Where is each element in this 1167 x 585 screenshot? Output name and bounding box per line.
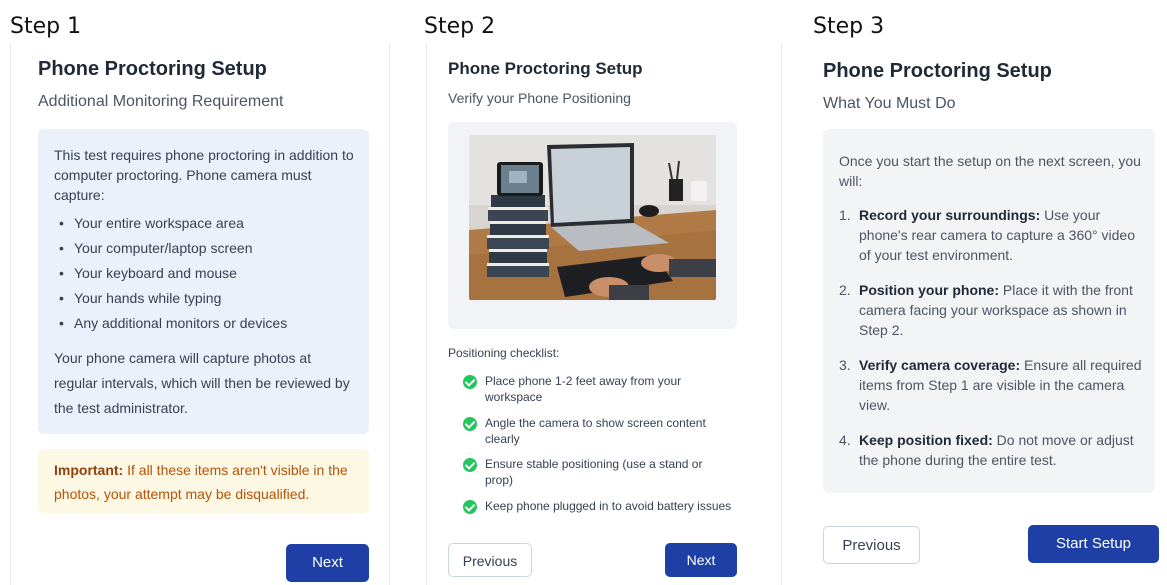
previous-button[interactable]: Previous — [823, 526, 920, 564]
checklist-item-text: Keep phone plugged in to avoid battery i… — [485, 499, 732, 513]
instructions-intro: Once you start the setup on the next scr… — [839, 153, 1141, 189]
list-item: Your computer/laptop screen — [54, 236, 357, 261]
requirements-intro: This test requires phone proctoring in a… — [54, 147, 354, 203]
instruction-heading: Verify camera coverage: — [859, 357, 1021, 373]
list-item: 1. Record your surroundings: Use your ph… — [839, 205, 1143, 265]
check-circle-icon — [463, 375, 477, 389]
list-number: 4. — [839, 432, 851, 448]
checklist-item-text: Place phone 1-2 feet away from your work… — [485, 374, 682, 404]
warning-label: Important: — [54, 462, 124, 478]
list-item: 2. Position your phone: Place it with th… — [839, 280, 1143, 340]
list-item: Your entire workspace area — [54, 211, 357, 236]
instructions-box: Once you start the setup on the next scr… — [823, 129, 1155, 493]
list-item: 4. Keep position fixed: Do not move or a… — [839, 430, 1143, 470]
page-title: Phone Proctoring Setup — [38, 58, 267, 80]
page-subtitle: Additional Monitoring Requirement — [38, 93, 284, 110]
page-title: Phone Proctoring Setup — [448, 59, 643, 78]
step2-label: Step 2 — [424, 14, 496, 39]
checklist-title: Positioning checklist: — [448, 346, 560, 360]
page-title: Phone Proctoring Setup — [823, 60, 1052, 82]
checklist-item: Place phone 1-2 feet away from your work… — [463, 373, 753, 405]
instruction-heading: Keep position fixed: — [859, 432, 993, 448]
check-circle-icon — [463, 500, 477, 514]
check-circle-icon — [463, 458, 477, 472]
start-setup-button[interactable]: Start Setup — [1028, 525, 1159, 563]
step2-panel: Phone Proctoring Setup Verify your Phone… — [426, 43, 782, 585]
next-button[interactable]: Next — [286, 544, 369, 582]
list-item: Your keyboard and mouse — [54, 261, 357, 286]
step3-label: Step 3 — [813, 14, 885, 39]
page-subtitle: Verify your Phone Positioning — [448, 90, 631, 106]
checklist-item: Ensure stable positioning (use a stand o… — [463, 456, 753, 488]
step1-panel: Phone Proctoring Setup Additional Monito… — [10, 43, 390, 585]
list-number: 3. — [839, 357, 851, 373]
positioning-image-container — [448, 122, 737, 329]
step3-panel: Phone Proctoring Setup What You Must Do … — [800, 43, 1167, 585]
list-item: Your hands while typing — [54, 286, 357, 311]
workspace-photo — [469, 135, 716, 300]
check-circle-icon — [463, 417, 477, 431]
requirements-info-box: This test requires phone proctoring in a… — [38, 129, 369, 434]
instructions-list: 1. Record your surroundings: Use your ph… — [839, 205, 1143, 470]
step1-label: Step 1 — [10, 14, 82, 39]
instruction-heading: Record your surroundings: — [859, 207, 1041, 223]
list-number: 2. — [839, 282, 851, 298]
list-number: 1. — [839, 207, 851, 223]
list-item: 3. Verify camera coverage: Ensure all re… — [839, 355, 1143, 415]
instruction-heading: Position your phone: — [859, 282, 999, 298]
next-button[interactable]: Next — [665, 543, 737, 577]
page-subtitle: What You Must Do — [823, 95, 956, 112]
warning-box: Important: If all these items aren't vis… — [38, 449, 369, 513]
checklist-item-text: Ensure stable positioning (use a stand o… — [485, 457, 703, 487]
capture-description: Your phone camera will capture photos at… — [54, 350, 350, 416]
requirements-list: Your entire workspace area Your computer… — [54, 211, 357, 336]
list-item: Any additional monitors or devices — [54, 311, 357, 336]
checklist-item-text: Angle the camera to show screen content … — [485, 416, 706, 446]
previous-button[interactable]: Previous — [448, 543, 532, 577]
checklist-item: Keep phone plugged in to avoid battery i… — [463, 498, 753, 514]
checklist-item: Angle the camera to show screen content … — [463, 415, 753, 447]
